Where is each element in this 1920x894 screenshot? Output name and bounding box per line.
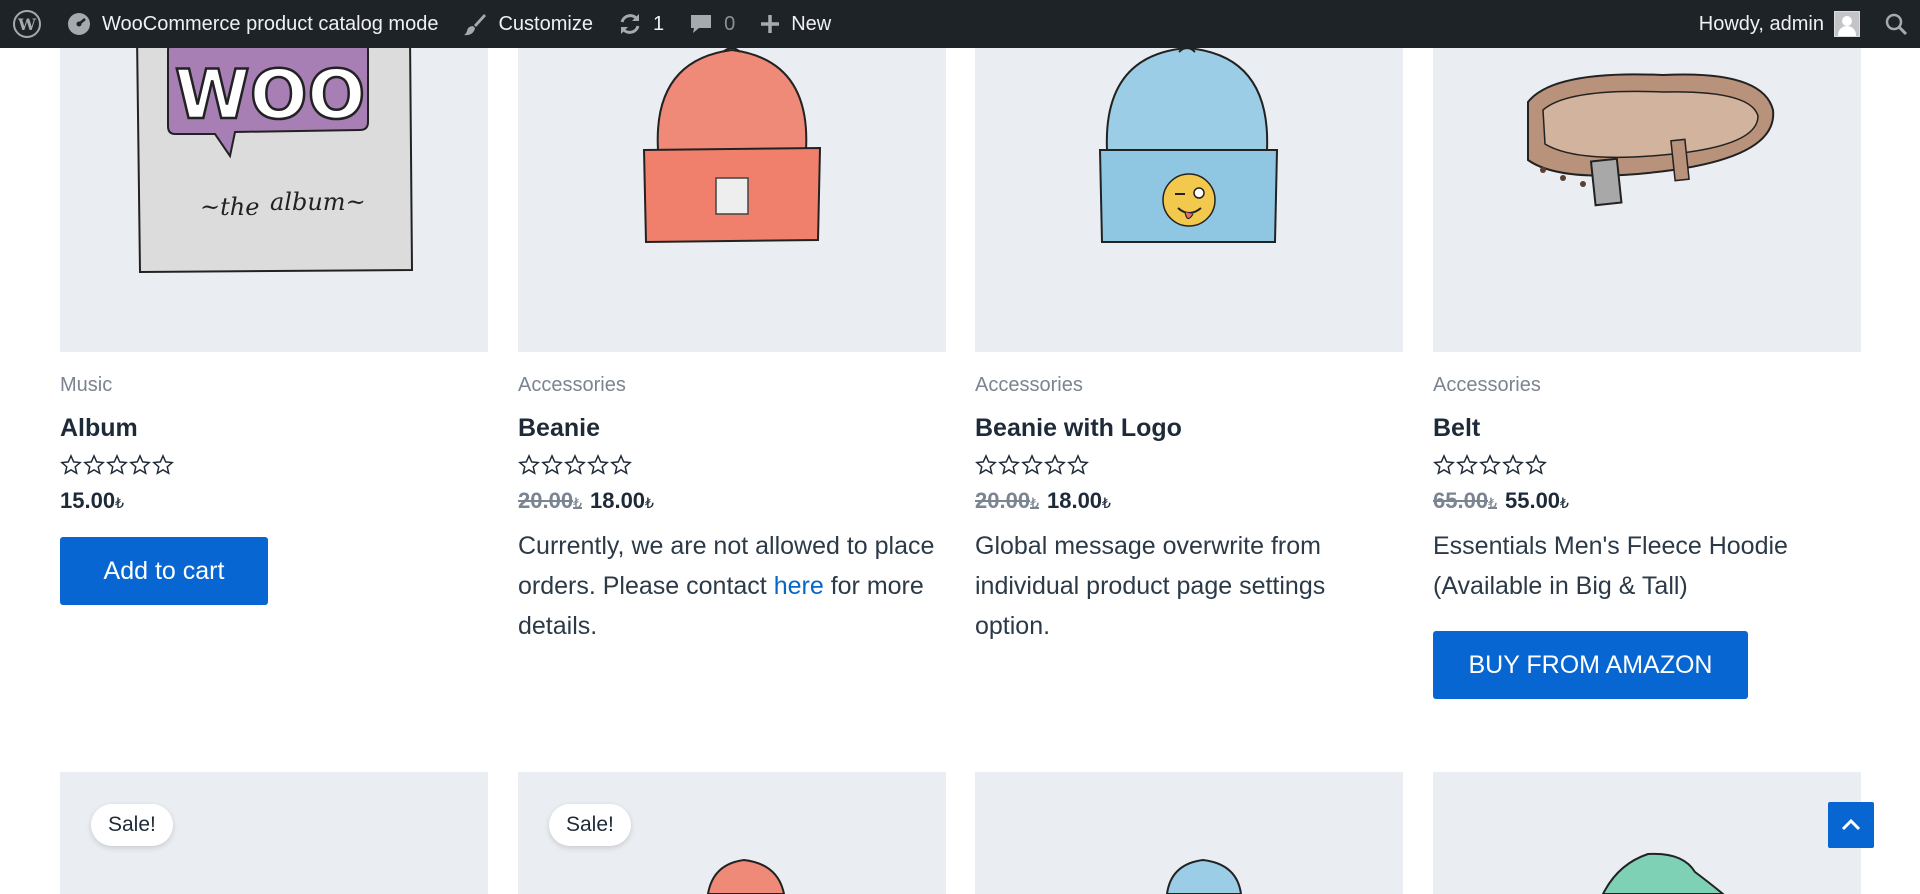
buy-from-amazon-button[interactable]: BUY FROM AMAZON — [1433, 631, 1748, 699]
star-icon — [1044, 454, 1066, 475]
star-rating — [975, 454, 1089, 476]
star-icon — [129, 454, 151, 475]
currency-symbol: ₺ — [115, 495, 124, 511]
product-price: 15.00₺ — [60, 488, 124, 514]
plus-icon — [761, 15, 780, 33]
product-title[interactable]: Album — [60, 414, 138, 443]
product-image-beanie-with-logo[interactable] — [975, 30, 1403, 352]
star-rating — [1433, 454, 1547, 476]
old-price: 65.00₺ — [1433, 488, 1497, 513]
star-icon — [541, 454, 563, 475]
product-title[interactable]: Beanie with Logo — [975, 414, 1182, 443]
avatar — [1834, 11, 1860, 37]
star-icon — [83, 454, 105, 475]
catalog-mode-message: Global message overwrite from individual… — [975, 532, 1326, 640]
old-price-value: 20.00 — [975, 488, 1031, 513]
currency-symbol: ₺ — [1560, 495, 1569, 511]
svg-text:W: W — [17, 15, 37, 34]
price-value: 15.00 — [60, 488, 116, 513]
star-icon — [1525, 454, 1547, 475]
product-image-belt[interactable] — [1433, 30, 1861, 352]
comments-count: 0 — [724, 12, 736, 35]
star-icon — [998, 454, 1020, 475]
price-value: 18.00 — [589, 488, 646, 513]
product-price: 65.00₺ 55.00₺ — [1433, 488, 1569, 514]
star-icon — [587, 454, 609, 475]
svg-text:WOO: WOO — [175, 56, 366, 135]
sale-badge: Sale! — [91, 804, 173, 846]
add-to-cart-button[interactable]: Add to cart — [60, 537, 268, 605]
product-title[interactable]: Beanie — [518, 414, 600, 443]
star-icon — [518, 454, 540, 475]
star-icon — [610, 454, 632, 475]
new-content-menu[interactable]: New — [747, 0, 843, 48]
comment-icon — [691, 15, 712, 33]
star-icon — [1502, 454, 1524, 475]
star-icon — [60, 454, 82, 475]
product-image-beanie[interactable] — [518, 30, 946, 352]
star-icon — [152, 454, 174, 475]
old-price-value: 65.00 — [1433, 488, 1489, 513]
star-icon — [1479, 454, 1501, 475]
old-price: 20.00₺ — [975, 488, 1039, 513]
updates-link[interactable]: 1 — [605, 0, 676, 48]
svg-text:~the: ~the — [200, 193, 259, 221]
my-account-menu[interactable]: Howdy, admin — [1687, 0, 1872, 48]
customize-label: Customize — [498, 12, 593, 35]
currency-symbol: ₺ — [1102, 495, 1111, 511]
currency-symbol: ₺ — [573, 495, 582, 511]
wordpress-logo-menu[interactable]: W — [0, 0, 54, 48]
star-rating — [60, 454, 174, 476]
product-category[interactable]: Accessories — [518, 374, 626, 397]
old-price-value: 20.00 — [518, 488, 574, 513]
product-grid: WOO ~the album~ Music Album 15.00₺ Add t… — [0, 0, 1920, 894]
site-name: WooCommerce product catalog mode — [102, 12, 439, 35]
wordpress-icon: W — [13, 10, 41, 38]
search-icon — [1885, 13, 1908, 36]
star-icon — [1456, 454, 1478, 475]
howdy-text: Howdy, admin — [1698, 12, 1824, 35]
paintbrush-icon — [464, 14, 487, 36]
chevron-up-icon — [1841, 818, 1861, 831]
product-price: 20.00₺ 18.00₺ — [975, 488, 1111, 514]
old-price: 20.00₺ — [518, 488, 582, 513]
currency-symbol: ₺ — [645, 495, 654, 511]
product-image-album[interactable]: WOO ~the album~ — [60, 30, 488, 352]
star-icon — [564, 454, 586, 475]
dashboard-icon — [68, 13, 90, 35]
product-image[interactable] — [1433, 772, 1861, 894]
price-value: 18.00 — [1046, 488, 1103, 513]
star-icon — [1021, 454, 1043, 475]
site-name-menu[interactable]: WooCommerce product catalog mode — [54, 0, 450, 48]
star-icon — [1067, 454, 1089, 475]
product-category[interactable]: Accessories — [975, 374, 1083, 397]
customize-link[interactable]: Customize — [450, 0, 604, 48]
updates-count: 1 — [652, 12, 665, 35]
scroll-to-top-button[interactable] — [1828, 802, 1874, 848]
star-icon — [106, 454, 128, 475]
product-category[interactable]: Accessories — [1433, 374, 1541, 397]
contact-here-link[interactable]: here — [774, 572, 824, 600]
price-value: 55.00 — [1504, 488, 1561, 513]
new-label: New — [791, 12, 832, 35]
currency-symbol: ₺ — [1030, 495, 1039, 511]
search-toggle[interactable] — [1872, 0, 1920, 48]
catalog-mode-message: Essentials Men's Fleece Hoodie (Availabl… — [1433, 532, 1788, 600]
comments-link[interactable]: 0 — [676, 0, 747, 48]
wp-admin-bar: W WooCommerce product catalog mode Custo… — [0, 0, 1920, 48]
sale-badge: Sale! — [549, 804, 631, 846]
currency-symbol: ₺ — [1488, 495, 1497, 511]
svg-text:album~: album~ — [270, 188, 366, 216]
product-category[interactable]: Music — [60, 374, 112, 397]
catalog-mode-message: Currently, we are not allowed to place o… — [518, 526, 938, 646]
star-rating — [518, 454, 632, 476]
refresh-icon — [620, 14, 640, 34]
product-price: 20.00₺ 18.00₺ — [518, 488, 654, 514]
product-image[interactable] — [975, 772, 1403, 894]
star-icon — [1433, 454, 1455, 475]
product-title[interactable]: Belt — [1433, 414, 1480, 443]
star-icon — [975, 454, 997, 475]
